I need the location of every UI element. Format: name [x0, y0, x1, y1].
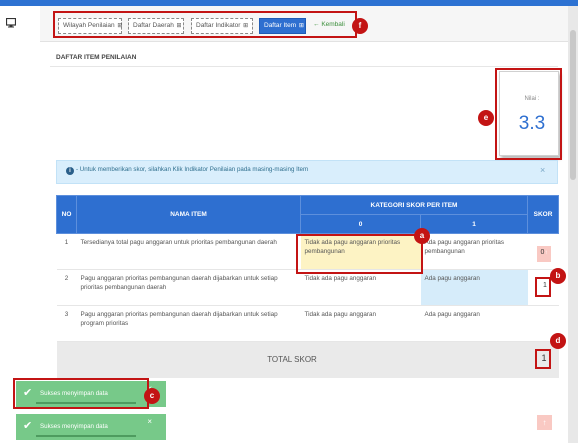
arrow-up-icon: ↑ [542, 418, 547, 427]
highlight-box-f [53, 11, 357, 38]
divider [50, 66, 558, 67]
header-nama-item: NAMA ITEM [76, 195, 301, 234]
header-kategori: KATEGORI SKOR PER ITEM [299, 195, 529, 215]
callout-e: e [478, 110, 494, 126]
callout-d: d [550, 333, 566, 349]
skor-badge[interactable]: 0↑ [537, 246, 551, 262]
info-text: - Untuk memberikan skor, silahkan Klik I… [76, 166, 309, 173]
highlight-box-b [535, 277, 551, 297]
item-name: Tersedianya total pagu anggaran untuk pr… [76, 233, 301, 270]
section-title: DAFTAR ITEM PENILAIAN [56, 54, 137, 61]
item-name: Pagu anggaran prioritas pembangunan daer… [76, 269, 301, 306]
row-number: 2 [56, 269, 77, 306]
item-name: Pagu anggaran prioritas pembangunan daer… [76, 305, 301, 342]
success-toast: ✔ Sukses menyimpan data × [16, 414, 166, 440]
row-number: 3 [56, 305, 77, 342]
checkmark-icon: ✔ [23, 420, 33, 432]
category-0-option[interactable]: Tidak ada pagu anggaran [300, 269, 421, 306]
header-no: NO [56, 195, 77, 234]
callout-f: f [352, 18, 368, 34]
close-icon[interactable]: × [540, 165, 545, 175]
total-skor-label: TOTAL SKOR [56, 341, 528, 378]
toast-message: Sukses menyimpan data [40, 423, 108, 430]
callout-c: c [144, 388, 160, 404]
highlight-box-d [535, 349, 551, 369]
category-1-option[interactable]: Ada pagu anggaran [420, 305, 528, 342]
highlight-box-c [13, 378, 149, 409]
callout-b: b [550, 268, 566, 284]
total-row: TOTAL SKOR [56, 341, 559, 378]
table-row: 2 Pagu anggaran prioritas pembangunan da… [56, 269, 559, 306]
category-0-option[interactable]: Tidak ada pagu anggaran [300, 305, 421, 342]
highlight-box-e [495, 68, 562, 160]
monitor-icon[interactable] [6, 18, 16, 28]
close-icon[interactable]: × [147, 417, 152, 426]
info-icon: i [66, 167, 74, 175]
scroll-to-top-button[interactable]: ↑ [537, 415, 552, 430]
row-number: 1 [56, 233, 77, 270]
scrollbar-thumb[interactable] [570, 30, 576, 180]
category-1-option[interactable]: Ada pagu anggaran [420, 269, 528, 306]
header-skor: SKOR [527, 195, 560, 234]
header-category-1: 1 [419, 214, 529, 234]
item-table: NO NAMA ITEM KATEGORI SKOR PER ITEM SKOR… [56, 195, 560, 378]
arrow-up-icon: ↑ [544, 250, 548, 256]
callout-a: a [414, 228, 430, 244]
toast-progress-bar [36, 435, 136, 437]
table-row: 3 Pagu anggaran prioritas pembangunan da… [56, 305, 559, 342]
highlight-box-a [296, 234, 423, 274]
header-category-0: 0 [300, 214, 421, 234]
category-1-option[interactable]: Ada pagu anggaran prioritas pembangunan [420, 233, 528, 270]
